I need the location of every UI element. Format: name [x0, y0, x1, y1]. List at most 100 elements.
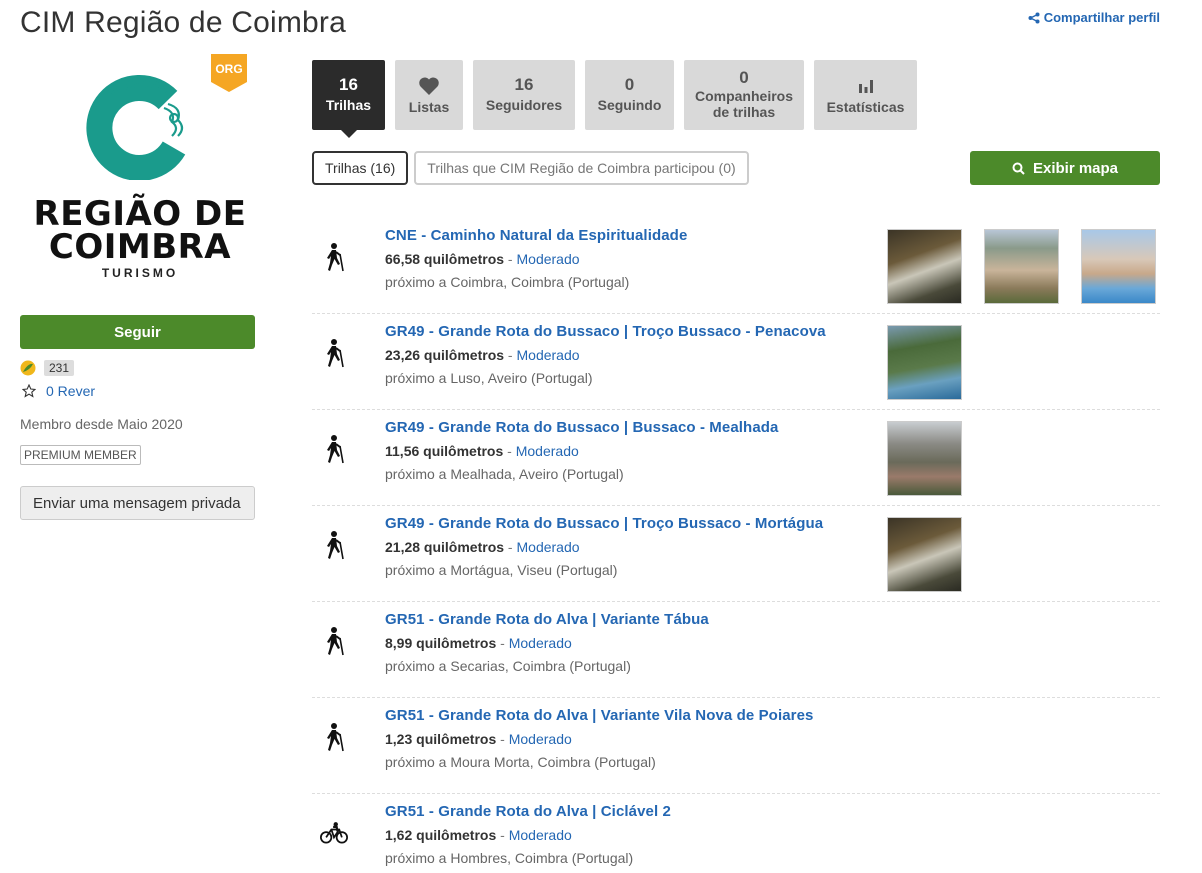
trail-difficulty: Moderado — [508, 635, 572, 651]
tab-partners-label-2: de trilhas — [712, 104, 776, 120]
tab-trail-partners[interactable]: 0 Companheiros de trilhas — [684, 60, 804, 130]
trail-name-link[interactable]: GR49 - Grande Rota do Bussaco | Troço Bu… — [385, 515, 823, 532]
heart-icon — [418, 75, 440, 97]
trail-location: próximo a Secarias, Coimbra (Portugal) — [385, 658, 631, 674]
trail-name-link[interactable]: CNE - Caminho Natural da Espiritualidade — [385, 227, 687, 244]
trail-photo[interactable] — [887, 421, 962, 496]
logo-wordmark-line3: TURISMO — [101, 266, 179, 280]
trail-difficulty: Moderado — [515, 443, 579, 459]
tab-lists[interactable]: Listas — [395, 60, 463, 130]
subtab-trails[interactable]: Trilhas (16) — [312, 151, 409, 185]
trail-name-link[interactable]: GR49 - Grande Rota do Bussaco | Troço Bu… — [385, 323, 826, 340]
trail-subtabs: Trilhas (16) Trilhas que CIM Região de C… — [312, 151, 749, 185]
trail-distance: 23,26 quilômetros — [385, 347, 505, 363]
tab-followers-label: Seguidores — [485, 97, 563, 113]
reviews-link[interactable]: 0 Rever — [46, 383, 95, 399]
tab-following-count: 0 — [624, 75, 635, 94]
tab-statistics-label: Estatísticas — [826, 99, 905, 115]
org-badge-shape: ORG — [211, 54, 247, 92]
trail-photo[interactable] — [887, 325, 962, 400]
review-row: 0 Rever — [22, 383, 95, 399]
trail-photo[interactable] — [887, 517, 962, 592]
cycling-icon — [320, 818, 348, 848]
tab-trails[interactable]: 16 Trilhas — [312, 60, 385, 138]
organization-logo: ORG REGIÃO DE COIMBRA TURISMO — [20, 50, 260, 300]
share-label: Compartilhar perfil — [1043, 10, 1160, 25]
hiking-icon — [320, 722, 348, 752]
list-item: CNE - Caminho Natural da Espiritualidade… — [312, 218, 1160, 314]
trail-location: próximo a Hombres, Coimbra (Portugal) — [385, 850, 634, 866]
tab-followers-count: 16 — [514, 75, 534, 94]
bar-chart-icon — [858, 75, 874, 97]
tab-statistics[interactable]: Estatísticas — [814, 60, 917, 130]
list-item: GR49 - Grande Rota do Bussaco | Troço Bu… — [312, 314, 1160, 410]
trail-location: próximo a Moura Morta, Coimbra (Portugal… — [385, 754, 656, 770]
trail-difficulty: Moderado — [516, 251, 580, 267]
trail-difficulty: Moderado — [508, 827, 572, 843]
tab-partners-label-1: Companheiros — [694, 88, 793, 104]
trail-distance: 21,28 quilômetros — [385, 539, 505, 555]
trail-distance: 66,58 quilômetros — [385, 251, 505, 267]
rank-row: 231 — [20, 360, 75, 376]
profile-tabs: 16 Trilhas Listas 16 Seguidores 0 Seguin… — [312, 60, 917, 138]
page-title: CIM Região de Coimbra — [20, 6, 346, 39]
follow-button[interactable]: Seguir — [20, 315, 255, 349]
trail-difficulty: Moderado — [508, 731, 572, 747]
share-icon — [1028, 12, 1040, 23]
list-item: GR49 - Grande Rota do Bussaco | Bussaco … — [312, 410, 1160, 506]
trail-photos — [887, 517, 962, 592]
tab-following-label: Seguindo — [597, 97, 662, 113]
trail-photos — [887, 325, 962, 400]
coimbra-logo-emblem — [86, 74, 186, 180]
trail-photos — [887, 421, 962, 496]
trail-photo[interactable] — [887, 229, 962, 304]
trail-photo[interactable] — [984, 229, 1059, 304]
trail-distance: 8,99 quilômetros — [385, 635, 497, 651]
list-item: GR49 - Grande Rota do Bussaco | Troço Bu… — [312, 506, 1160, 602]
trail-distance: 11,56 quilômetros — [385, 443, 504, 459]
trail-name-link[interactable]: GR49 - Grande Rota do Bussaco | Bussaco … — [385, 419, 778, 436]
tab-lists-label: Listas — [408, 99, 450, 115]
premium-member-badge: PREMIUM MEMBER — [20, 445, 141, 465]
tab-partners-count: 0 — [739, 68, 749, 87]
trail-difficulty: Moderado — [516, 539, 580, 555]
rank-medal-icon — [20, 360, 36, 376]
trail-location: próximo a Mortágua, Viseu (Portugal) — [385, 562, 618, 578]
logo-wordmark-line2: COIMBRA — [48, 227, 232, 267]
hiking-icon — [320, 338, 348, 368]
org-badge: ORG — [211, 54, 247, 97]
trail-meta: 1,62 quilômetros - Moderado — [385, 827, 572, 843]
trail-location: próximo a Luso, Aveiro (Portugal) — [385, 370, 593, 386]
trail-list: CNE - Caminho Natural da Espiritualidade… — [312, 218, 1160, 873]
trail-meta: 21,28 quilômetros - Moderado — [385, 539, 580, 555]
trail-photo[interactable] — [1081, 229, 1156, 304]
hiking-icon — [320, 242, 348, 272]
trail-meta: 66,58 quilômetros - Moderado — [385, 251, 580, 267]
trail-location: próximo a Mealhada, Aveiro (Portugal) — [385, 466, 624, 482]
show-map-label: Exibir mapa — [1032, 159, 1119, 177]
tab-followers[interactable]: 16 Seguidores — [473, 60, 575, 130]
trail-distance: 1,23 quilômetros — [385, 731, 497, 747]
trail-name-link[interactable]: GR51 - Grande Rota do Alva | Variante Vi… — [385, 707, 813, 724]
hiking-icon — [320, 626, 348, 656]
hiking-icon — [320, 434, 348, 464]
show-map-button[interactable]: Exibir mapa — [970, 151, 1160, 185]
rank-value: 231 — [44, 360, 75, 376]
share-profile-link[interactable]: Compartilhar perfil — [1028, 10, 1160, 25]
profile-sidebar: ORG REGIÃO DE COIMBRA TURISMO Seguir 231… — [20, 50, 260, 520]
trail-meta: 11,56 quilômetros - Moderado — [385, 443, 579, 459]
subtab-participated[interactable]: Trilhas que CIM Região de Coimbra partic… — [414, 151, 749, 185]
list-item: GR51 - Grande Rota do Alva | Ciclável 2 … — [312, 794, 1160, 873]
trail-location: próximo a Coimbra, Coimbra (Portugal) — [385, 274, 630, 290]
tab-following[interactable]: 0 Seguindo — [585, 60, 674, 130]
trail-photos — [887, 229, 1156, 304]
list-item: GR51 - Grande Rota do Alva | Variante Tá… — [312, 602, 1160, 698]
tab-trails-count: 16 — [339, 75, 358, 94]
star-icon — [22, 384, 36, 398]
tab-trails-label: Trilhas — [325, 97, 372, 113]
org-badge-label: ORG — [215, 62, 242, 76]
trail-name-link[interactable]: GR51 - Grande Rota do Alva | Ciclável 2 — [385, 803, 671, 820]
send-private-message-button[interactable]: Enviar uma mensagem privada — [20, 486, 255, 520]
trail-name-link[interactable]: GR51 - Grande Rota do Alva | Variante Tá… — [385, 611, 709, 628]
trail-distance: 1,62 quilômetros — [385, 827, 497, 843]
